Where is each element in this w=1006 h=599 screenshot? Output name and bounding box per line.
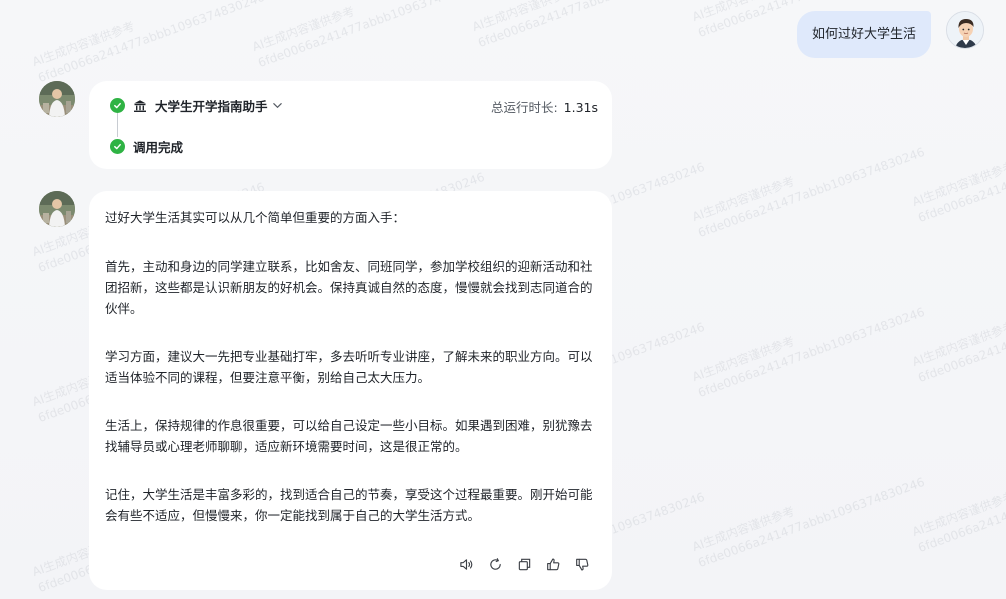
answer-paragraph: 记住，大学生活是丰富多彩的，找到适合自己的节奏，享受这个过程最重要。刚开始可能会…	[105, 487, 593, 523]
user-avatar	[946, 11, 984, 49]
refresh-icon[interactable]	[487, 556, 503, 572]
user-message-bubble: 如何过好大学生活	[796, 11, 931, 58]
status-label: 调用完成	[133, 140, 184, 155]
tool-call-card: 大学生开学指南助手 总运行时长: 1.31s 调用完成	[89, 81, 612, 169]
watermark-text: AI生成内容谨供参考6fde0066a241477abbb10963748302…	[30, 0, 267, 87]
watermark-line: AI生成内容谨供参考	[910, 159, 1006, 210]
assistant-avatar	[39, 191, 75, 227]
runtime-value: 1.31s	[563, 100, 598, 115]
watermark-line: AI生成内容谨供参考	[690, 504, 797, 555]
watermark-line: 6fde0066a241477abbb1096374830246	[916, 289, 1006, 386]
watermark-text: AI生成内容谨供参考6fde0066a241477abbb10963748302…	[910, 273, 1006, 387]
answer-paragraph: 生活上，保持规律的作息很重要，可以给自己设定一些小目标。如果遇到困难，别犹豫去找…	[105, 418, 593, 454]
watermark-text: AI生成内容谨供参考6fde0066a241477abbb10963748302…	[470, 0, 707, 52]
step-connector	[117, 113, 118, 137]
chat-page: AI生成内容谨供参考 6fde0066a241477abbb10963748302…	[0, 0, 1006, 599]
watermark-line: 6fde0066a241477abbb1096374830246	[916, 459, 1006, 556]
copy-icon[interactable]	[516, 556, 532, 572]
check-circle-icon	[110, 98, 125, 113]
answer-paragraph: 首先，主动和身边的同学建立联系，比如舍友、同班同学，参加学校组织的迎新活动和社团…	[105, 259, 593, 316]
bank-icon	[133, 99, 147, 113]
assistant-answer-card: 过好大学生活其实可以从几个简单但重要的方面入手： 首先，主动和身边的同学建立联系…	[89, 191, 612, 590]
watermark-line: 6fde0066a241477abbb1096374830246	[476, 0, 707, 51]
watermark-text: AI生成内容谨供参考6fde0066a241477abbb10963748302…	[690, 458, 927, 572]
watermark-text: AI生成内容谨供参考6fde0066a241477abbb10963748302…	[690, 288, 927, 402]
assistant-avatar	[39, 81, 75, 117]
chevron-down-icon[interactable]	[272, 100, 283, 111]
watermark-line: AI生成内容谨供参考	[30, 19, 137, 70]
watermark-text: AI生成内容谨供参考6fde0066a241477abbb10963748302…	[690, 128, 927, 242]
runtime-label: 总运行时长:	[490, 100, 558, 115]
tool-step-header[interactable]: 大学生开学指南助手	[110, 96, 283, 115]
tool-title: 大学生开学指南助手	[155, 99, 268, 114]
watermark-line: 6fde0066a241477abbb1096374830246	[696, 474, 927, 571]
thumbs-down-icon[interactable]	[574, 556, 590, 572]
watermark-line: AI生成内容谨供参考	[250, 4, 357, 55]
watermark-line: 6fde0066a241477abbb1096374830246	[36, 0, 267, 86]
watermark-line: AI生成内容谨供参考	[910, 489, 1006, 540]
watermark-line: AI生成内容谨供参考	[470, 0, 577, 35]
runtime-info: 总运行时长: 1.31s	[491, 97, 598, 116]
watermark-line: AI生成内容谨供参考	[690, 174, 797, 225]
watermark-text: AI生成内容谨供参考6fde0066a241477abbb10963748302…	[250, 0, 487, 72]
tool-step-done: 调用完成	[110, 137, 183, 156]
watermark-line: 6fde0066a241477abbb1096374830246	[256, 0, 487, 71]
watermark-line: AI生成内容谨供参考	[910, 319, 1006, 370]
watermark-text: AI生成内容谨供参考6fde0066a241477abbb10963748302…	[910, 113, 1006, 227]
answer-paragraph: 学习方面，建议大一先把专业基础打牢，多去听听专业讲座，了解未来的职业方向。可以适…	[105, 349, 593, 385]
watermark-line: 6fde0066a241477abbb1096374830246	[916, 129, 1006, 226]
user-message-row: 如何过好大学生活	[796, 11, 984, 58]
watermark-text: AI生成内容谨供参考6fde0066a241477abbb10963748302…	[910, 443, 1006, 557]
thumbs-up-icon[interactable]	[545, 556, 561, 572]
answer-intro: 过好大学生活其实可以从几个简单但重要的方面入手：	[105, 210, 406, 225]
check-circle-icon	[110, 139, 125, 154]
speaker-icon[interactable]	[458, 556, 474, 572]
watermark-line: 6fde0066a241477abbb1096374830246	[696, 144, 927, 241]
watermark-line: AI生成内容谨供参考	[690, 334, 797, 385]
watermark-line: 6fde0066a241477abbb1096374830246	[696, 304, 927, 401]
answer-actions	[458, 556, 590, 572]
answer-body: 过好大学生活其实可以从几个简单但重要的方面入手： 首先，主动和身边的同学建立联系…	[105, 207, 600, 553]
